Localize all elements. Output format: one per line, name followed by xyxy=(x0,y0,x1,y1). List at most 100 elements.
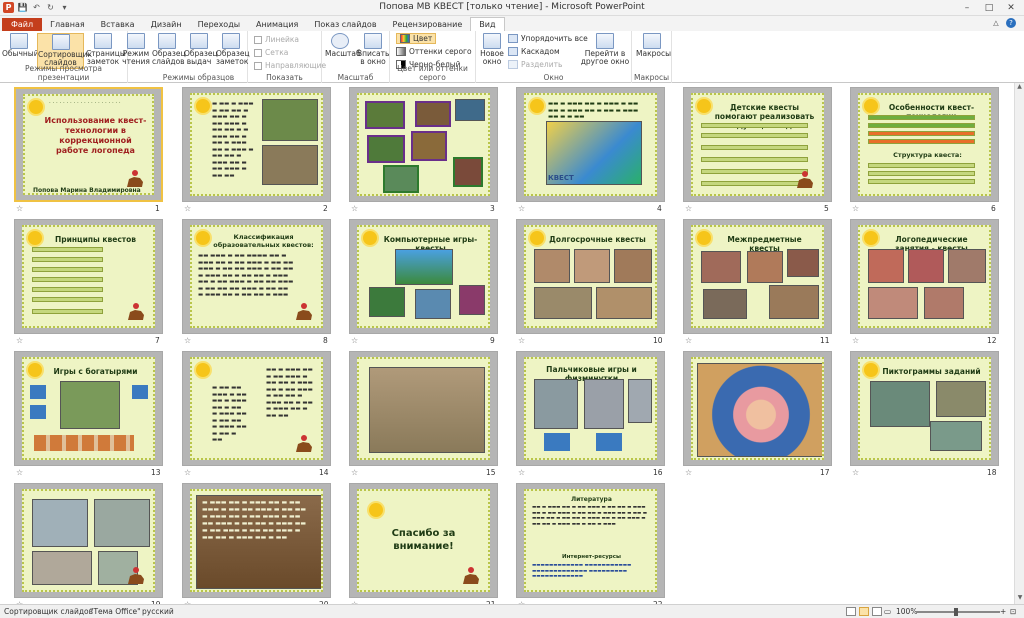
slide-thumbnail-1[interactable]: · · · · · · · · · · · · · · · · · · · · … xyxy=(14,87,163,202)
slide-transition-icon: ☆ xyxy=(852,204,860,213)
tab-animations[interactable]: Анимация xyxy=(248,18,306,31)
sun-icon xyxy=(29,100,43,114)
fit-slide-icon[interactable]: ⊡ xyxy=(1010,607,1016,616)
slide-number: 14 xyxy=(319,468,329,477)
help-icon[interactable]: ? xyxy=(1006,18,1016,28)
slide-thumbnail-13[interactable]: Игры с богатырями xyxy=(14,351,163,466)
group-label-presentation-views: Режимы просмотра презентации xyxy=(24,64,103,82)
zoom-slider[interactable] xyxy=(916,611,1000,613)
slide-photo xyxy=(936,381,986,417)
zoom-level[interactable]: 100% xyxy=(896,607,917,616)
slide-photo xyxy=(453,157,483,187)
tab-design[interactable]: Дизайн xyxy=(143,18,190,31)
slide-photo xyxy=(769,285,819,319)
window-title: Попова МВ КВЕСТ [только чтение] - Micros… xyxy=(379,2,645,12)
tab-home[interactable]: Главная xyxy=(42,18,93,31)
normal-view-button[interactable]: Обычный xyxy=(2,33,39,58)
tab-view[interactable]: Вид xyxy=(470,17,505,31)
slide-thumbnail-12[interactable]: Логопедические занятия - квесты xyxy=(850,219,999,334)
list-item-bar xyxy=(32,287,103,292)
scroll-up-icon[interactable]: ▲ xyxy=(1015,83,1024,93)
slide-thumbnail-5[interactable]: Детские квесты помогают реализовать след… xyxy=(683,87,832,202)
list-item-bar xyxy=(701,145,808,150)
game-screenshot xyxy=(459,285,485,315)
slide-transition-icon: ☆ xyxy=(852,336,860,345)
notes-page-button[interactable]: Страницы заметок xyxy=(86,33,126,66)
slide-thumbnail-11[interactable]: Межпредметные квесты xyxy=(683,219,832,334)
slide-transition-icon: ☆ xyxy=(852,468,860,477)
minimize-ribbon-icon[interactable]: △ xyxy=(991,18,1001,28)
zoom-button[interactable]: Масштаб xyxy=(325,33,361,58)
slide-thumbnail-2[interactable]: ▬ ▬▬ ▬ ▬▬▬ ▬ ▬▬ ▬▬ ▬ ▬▬▬ ▬▬ ▬ ▬▬ ▬▬▬ ▬ ▬… xyxy=(182,87,331,202)
slide-thumbnail-18[interactable]: Пиктограммы заданий xyxy=(850,351,999,466)
slide-title: Литература xyxy=(571,496,612,503)
slide-thumbnail-15[interactable] xyxy=(349,351,498,466)
grayscale-button[interactable]: Оттенки серого xyxy=(396,46,472,57)
tab-file[interactable]: Файл xyxy=(2,18,43,31)
slideshow-icon[interactable]: ▭ xyxy=(884,607,891,616)
sun-icon xyxy=(196,231,210,245)
scroll-down-icon[interactable]: ▼ xyxy=(1015,594,1024,604)
slide-thumbnail-3[interactable] xyxy=(349,87,498,202)
gridlines-checkbox[interactable]: Сетка xyxy=(254,47,288,58)
slide-thumbnail-4[interactable]: ▬▬ ▬ ▬▬▬ ▬▬ ▬ ▬▬▬ ▬ ▬▬ ▬▬ ▬ ▬▬▬ ▬▬ ▬ ▬▬ … xyxy=(516,87,665,202)
handout-master-button[interactable]: Образец выдач xyxy=(184,33,218,66)
ruler-checkbox[interactable]: Линейка xyxy=(254,34,299,45)
tab-transitions[interactable]: Переходы xyxy=(190,18,248,31)
tab-insert[interactable]: Вставка xyxy=(93,18,143,31)
slide-thumbnail-19[interactable] xyxy=(14,483,163,598)
guides-checkbox[interactable]: Направляющие xyxy=(254,60,326,71)
slide-thumbnail-7[interactable]: Принципы квестов xyxy=(14,219,163,334)
slide-transition-icon: ☆ xyxy=(184,204,192,213)
slide-thumbnail-10[interactable]: Долгосрочные квесты xyxy=(516,219,665,334)
slide-transition-icon: ☆ xyxy=(351,204,359,213)
slide-thumbnail-16[interactable]: Пальчиковые игры и физминутки xyxy=(516,351,665,466)
slide-content: ▬▬ ▬ ▬▬▬ ▬▬ ▬ ▬▬▬ ▬ ▬▬ ▬▬ ▬ ▬▬▬ ▬▬ ▬ ▬▬ … xyxy=(524,93,657,196)
sun-icon xyxy=(530,99,544,113)
game-screenshot xyxy=(369,287,405,317)
arrange-all-button[interactable]: Упорядочить все xyxy=(508,33,588,44)
slide-body-text: ▬▬ ▬ ▬▬▬ ▬▬ ▬ ▬▬▬ ▬ ▬▬ ▬▬ ▬ ▬▬▬ ▬▬ ▬ ▬▬ … xyxy=(548,101,639,120)
tab-review[interactable]: Рецензирование xyxy=(385,18,471,31)
fit-to-window-button[interactable]: Вписать в окно xyxy=(357,33,389,66)
close-button[interactable]: ✕ xyxy=(1000,0,1022,15)
normal-view-icon[interactable] xyxy=(846,607,856,616)
new-window-button[interactable]: Новое окно xyxy=(478,33,506,66)
tab-slide-show[interactable]: Показ слайдов xyxy=(306,18,384,31)
slide-sorter-pane: · · · · · · · · · · · · · · · · · · · · … xyxy=(0,83,1024,609)
cascade-button[interactable]: Каскадом xyxy=(508,46,560,57)
minimize-button[interactable]: – xyxy=(956,0,978,15)
slide-thumbnail-22[interactable]: Литература ▬▬ ▬ ▬▬▬ ▬▬ ▬ ▬▬ ▬▬▬ ▬ ▬▬ ▬▬ … xyxy=(516,483,665,598)
list-item-bar xyxy=(868,179,975,184)
switch-windows-button[interactable]: Перейти в другое окно xyxy=(580,33,630,66)
zoom-in-icon[interactable]: + xyxy=(1000,607,1006,616)
split-button[interactable]: Разделить xyxy=(508,59,562,70)
zoom-slider-thumb[interactable] xyxy=(954,608,958,616)
slide-thumbnail-8[interactable]: Классификация образовательных квестов: ▬… xyxy=(182,219,331,334)
slide-sorter-view-icon[interactable] xyxy=(859,607,869,616)
color-button[interactable]: Цвет xyxy=(396,33,437,44)
slide-subtitle: Интернет-ресурсы xyxy=(562,554,621,560)
slide-number: 10 xyxy=(653,336,663,345)
slide-master-button[interactable]: Образец слайдов xyxy=(152,33,186,66)
slide-thumbnail-17[interactable] xyxy=(683,351,832,466)
title-bar: P 💾 ↶ ↻ ▾ Попова МВ КВЕСТ [только чтение… xyxy=(0,0,1024,16)
vertical-scrollbar[interactable]: ▲ ▼ xyxy=(1014,83,1024,604)
maximize-button[interactable]: □ xyxy=(978,0,1000,15)
slide-thumbnail-14[interactable]: ▬ ▬▬ ▬▬ ▬▬▬ ▬ ▬▬ ▬▬ ▬ ▬▬▬ ▬▬ ▬ ▬▬ ▬ ▬▬▬ … xyxy=(182,351,331,466)
guides-check-icon xyxy=(254,61,262,70)
slide-thumbnail-6[interactable]: Особенности квест-технологии Структура к… xyxy=(850,87,999,202)
slide-thumbnail-21[interactable]: Спасибо за внимание! xyxy=(349,483,498,598)
notes-master-button[interactable]: Образец заметок xyxy=(216,33,250,66)
slide-thumbnail-9[interactable]: Компьютерные игры-квесты xyxy=(349,219,498,334)
reading-view-icon[interactable] xyxy=(872,607,882,616)
slide-transition-icon: ☆ xyxy=(184,336,192,345)
slide-photo xyxy=(948,249,986,283)
slide-content: Межпредметные квесты xyxy=(691,225,824,328)
slide-thumbnail-20[interactable]: ▬ ▬▬▬ ▬▬ ▬ ▬▬▬ ▬▬ ▬ ▬▬ ▬▬▬ ▬ ▬▬ ▬▬ ▬▬▬ ▬… xyxy=(182,483,331,598)
arrange-all-icon xyxy=(508,34,518,43)
reading-view-button[interactable]: Режим чтения xyxy=(121,33,151,66)
slide-photo xyxy=(367,135,405,163)
macros-button[interactable]: Макросы xyxy=(636,33,671,58)
group-label-window: Окно xyxy=(543,73,564,82)
